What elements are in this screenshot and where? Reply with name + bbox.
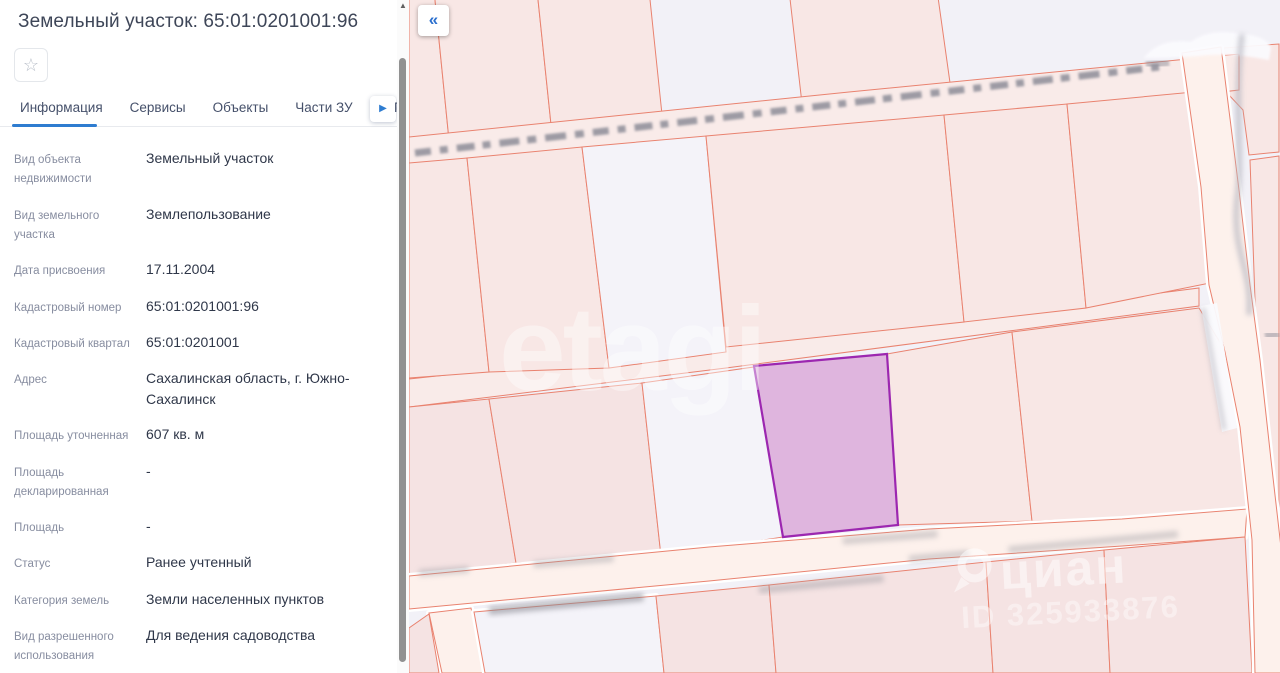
favorite-button[interactable]: ☆ <box>14 48 48 82</box>
tab-services[interactable]: Сервисы <box>130 95 186 126</box>
svg-text:циан: циан <box>999 537 1129 600</box>
tabs-scroll-right-button[interactable]: ▶ <box>370 96 396 122</box>
tab-objects[interactable]: Объекты <box>213 95 269 126</box>
attributes-list: Вид объекта недвижимостиЗемельный участо… <box>14 148 379 673</box>
collapse-panel-button[interactable]: « <box>418 5 449 36</box>
attribute-row: Площадь уточненная607 кв. м <box>14 424 379 446</box>
scrollbar-thumb[interactable] <box>399 58 406 662</box>
attribute-row: Кадастровый номер65:01:0201001:96 <box>14 296 379 318</box>
attribute-row: СтатусРанее учтенный <box>14 552 379 574</box>
attribute-row: Вид разрешенного использованияДля ведени… <box>14 625 379 667</box>
star-icon: ☆ <box>23 56 39 74</box>
tab-bar: Информация Сервисы Объекты Части ЗУ Сост… <box>0 95 397 127</box>
attribute-row: Площадь декларированная- <box>14 461 379 503</box>
tab-parcel-parts[interactable]: Части ЗУ <box>295 95 352 126</box>
scroll-up-arrow-icon[interactable]: ▲ <box>397 1 409 10</box>
app-window: Земельный участок: 65:01:0201001:96 ☆ Ин… <box>0 0 1280 673</box>
panel-scrollbar[interactable]: ▲ <box>397 0 409 673</box>
attribute-row: Вид объекта недвижимостиЗемельный участо… <box>14 148 379 190</box>
page-title: Земельный участок: 65:01:0201001:96 <box>18 11 379 33</box>
parcel-info-panel: Земельный участок: 65:01:0201001:96 ☆ Ин… <box>0 0 397 673</box>
attribute-row: Площадь- <box>14 516 379 538</box>
tab-information[interactable]: Информация <box>20 95 103 126</box>
cadastral-map[interactable]: etagi циан ID 325933876 « <box>409 0 1280 673</box>
active-tab-underline <box>12 124 97 127</box>
attribute-row: АдресСахалинская область, г. Южно-Сахали… <box>14 368 379 410</box>
attribute-row: Кадастровый квартал65:01:0201001 <box>14 332 379 354</box>
attribute-row: Дата присвоения17.11.2004 <box>14 259 379 281</box>
map-watermark-etagi: etagi <box>499 282 764 416</box>
attribute-row: Вид земельного участкаЗемлепользование <box>14 204 379 246</box>
double-chevron-left-icon: « <box>429 11 438 28</box>
attribute-row: Категория земельЗемли населенных пунктов <box>14 589 379 611</box>
chevron-right-icon: ▶ <box>379 104 387 114</box>
